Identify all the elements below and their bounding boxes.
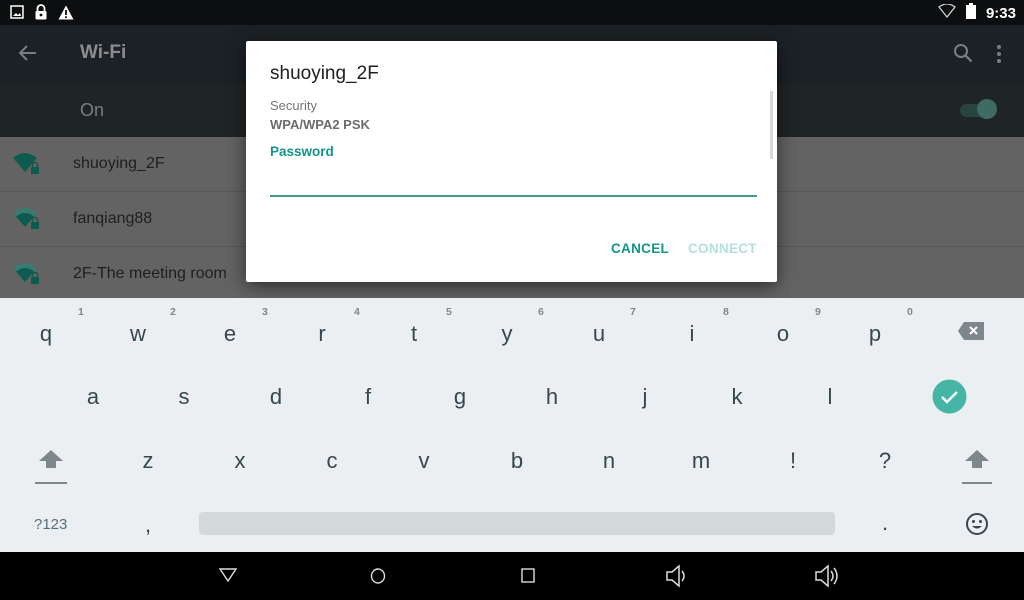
clock: 9:33 [985, 5, 1016, 22]
connect-button[interactable]: CONNECT [688, 241, 757, 256]
volume-down-icon[interactable] [665, 564, 691, 593]
wifi-lock-full-icon [13, 152, 41, 181]
password-input[interactable] [270, 168, 757, 197]
key-a[interactable]: a [63, 384, 123, 410]
wifi-password-dialog: shuoying_2F Security WPA/WPA2 PSK Passwo… [246, 41, 777, 282]
key-hint: 2 [170, 306, 176, 318]
battery-icon [965, 3, 976, 24]
key-hint: 5 [446, 306, 452, 318]
shift-icon[interactable] [35, 450, 67, 491]
key-k[interactable]: k [707, 384, 767, 410]
recents-square-icon[interactable] [521, 568, 535, 588]
key-r[interactable]: r [292, 321, 352, 347]
security-value: WPA/WPA2 PSK [270, 117, 370, 132]
backspace-icon[interactable] [958, 322, 984, 345]
key-b[interactable]: b [487, 448, 547, 474]
key-period[interactable]: . [855, 510, 915, 536]
key-h[interactable]: h [522, 384, 582, 410]
volume-up-icon[interactable] [814, 564, 842, 593]
lock-icon [34, 4, 48, 25]
soft-keyboard: q 1 w 2 e 3 r 4 t 5 y 6 u 7 i 8 o 9 p 0 … [0, 298, 1024, 552]
network-name: fanqiang88 [73, 210, 153, 227]
key-e[interactable]: e [200, 321, 260, 347]
symbols-key[interactable]: ?123 [34, 516, 67, 533]
wifi-toggle[interactable] [960, 99, 998, 119]
key-hint: 8 [723, 306, 729, 318]
toggle-thumb [977, 99, 997, 119]
back-triangle-icon[interactable] [218, 568, 238, 587]
key-hint: 4 [354, 306, 360, 318]
key-w[interactable]: w [108, 321, 168, 347]
key-l[interactable]: l [800, 384, 860, 410]
key-c[interactable]: c [302, 448, 362, 474]
key-hint: 3 [262, 306, 268, 318]
key-y[interactable]: y [477, 321, 537, 347]
dialog-scrollbar[interactable] [770, 91, 773, 159]
more-vert-icon[interactable] [996, 44, 1002, 69]
key-hint: 0 [907, 306, 913, 318]
search-icon[interactable] [953, 43, 973, 68]
network-name: shuoying_2F [73, 155, 165, 172]
emoji-icon[interactable] [965, 512, 989, 541]
security-label: Security [270, 98, 317, 113]
key-hint: 7 [630, 306, 636, 318]
key-z[interactable]: z [118, 448, 178, 474]
password-label: Password [270, 144, 334, 159]
wifi-lock-medium-icon [13, 262, 41, 291]
key-u[interactable]: u [569, 321, 629, 347]
key-o[interactable]: o [753, 321, 813, 347]
key-i[interactable]: i [662, 321, 722, 347]
key-comma[interactable]: , [118, 512, 178, 538]
key-m[interactable]: m [671, 448, 731, 474]
key-x[interactable]: x [210, 448, 270, 474]
key-question[interactable]: ? [855, 448, 915, 474]
status-bar: 9:33 [0, 0, 1024, 25]
key-hint: 1 [78, 306, 84, 318]
home-circle-icon[interactable] [370, 568, 386, 589]
key-j[interactable]: j [615, 384, 675, 410]
key-f[interactable]: f [338, 384, 398, 410]
arrow-left-icon[interactable] [18, 43, 38, 68]
wifi-signal-icon [938, 3, 956, 23]
space-key[interactable] [199, 512, 835, 535]
network-name: 2F-The meeting room [73, 265, 227, 282]
shift-icon[interactable] [962, 450, 992, 491]
key-t[interactable]: t [384, 321, 444, 347]
key-s[interactable]: s [154, 384, 214, 410]
cancel-button[interactable]: CANCEL [611, 241, 669, 256]
navigation-bar [0, 552, 1024, 600]
dialog-title: shuoying_2F [270, 63, 379, 84]
image-icon [10, 5, 24, 24]
wifi-lock-medium-icon [13, 207, 41, 236]
page-title: Wi-Fi [80, 42, 127, 63]
key-v[interactable]: v [394, 448, 454, 474]
key-exclamation[interactable]: ! [763, 448, 823, 474]
key-hint: 6 [538, 306, 544, 318]
key-q[interactable]: q [16, 321, 76, 347]
key-hint: 9 [815, 306, 821, 318]
key-p[interactable]: p [845, 321, 905, 347]
wifi-state-label: On [80, 100, 105, 120]
done-check-icon[interactable] [932, 379, 967, 419]
warning-icon [58, 5, 74, 25]
key-d[interactable]: d [246, 384, 306, 410]
key-n[interactable]: n [579, 448, 639, 474]
key-g[interactable]: g [430, 384, 490, 410]
